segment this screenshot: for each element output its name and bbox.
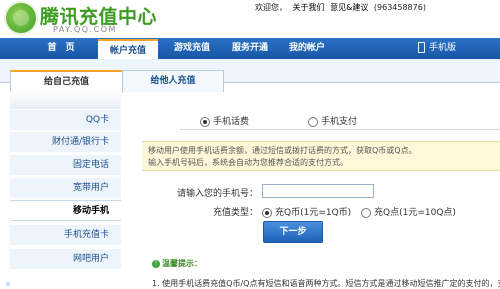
nav-account-recharge[interactable]: 帐户充值	[98, 39, 158, 59]
nav-game-recharge[interactable]: 游戏充值	[162, 38, 222, 59]
type-qdian-label: 充Q点(1元=10Q点)	[374, 208, 456, 218]
brand-domain: PAY.QQ.COM	[53, 25, 117, 34]
option-mobile-bill[interactable]: 手机话费	[200, 114, 249, 127]
sidebar-item-qq-card[interactable]: QQ卡	[10, 109, 121, 130]
phone-icon	[417, 42, 425, 53]
recharge-type-label: 充值类型：	[212, 208, 258, 218]
feedback-link[interactable]: 意见&建议	[330, 3, 368, 12]
sidebar-dot	[6, 282, 10, 286]
sidebar-item-mobile[interactable]: 移动手机	[10, 200, 121, 221]
welcome-text: 欢迎您，	[255, 3, 287, 12]
mobile-version-label: 手机版	[428, 43, 456, 53]
info-icon: !	[152, 259, 160, 268]
type-qbi-label: 充Q币(1元=1Q币)	[275, 208, 352, 218]
phone-input[interactable]	[262, 184, 374, 198]
main-nav: 首 页 帐户充值 游戏充值 服务开通 我的帐户 手机版	[0, 38, 500, 59]
about-link[interactable]: 关于我们	[293, 3, 325, 12]
option-mobile-bill-label: 手机话费	[213, 117, 250, 127]
type-qbi-option[interactable]: 充Q币(1元=1Q币)	[262, 205, 351, 218]
sidebar-item-tenpay-bank[interactable]: 财付通/银行卡	[10, 131, 121, 152]
user-links: 欢迎您， 关于我们 意见&建议 (963458876)	[255, 2, 500, 13]
sidebar-item-mobile-card[interactable]: 手机充值卡	[10, 224, 121, 245]
tips-line-1: 1. 使用手机话费充值Q币/Q点有短信和语音两种方式。短信方式是通过移动短信推广…	[152, 279, 500, 288]
radio-type-qbi[interactable]	[262, 207, 272, 218]
tab-self-recharge[interactable]: 给自己充值	[10, 70, 123, 93]
tips-title: 温馨提示：	[162, 259, 202, 268]
nav-home[interactable]: 首 页	[31, 38, 91, 59]
info-notice: 移动用户使用手机话费余额，通过短信或拨打话费的方式，获取Q币或Q点。 输入手机号…	[142, 141, 500, 171]
nav-service-activation[interactable]: 服务开通	[220, 38, 280, 59]
type-qdian-option[interactable]: 充Q点(1元=10Q点)	[361, 205, 456, 218]
radio-type-qdian[interactable]	[361, 207, 371, 218]
radio-mobile-payment[interactable]	[308, 116, 318, 127]
tab-other-recharge[interactable]: 给他人充值	[122, 70, 224, 92]
notice-line-2: 输入手机号码后，系统会自动为您推荐合适的支付方式。	[148, 158, 348, 167]
account-number: (963458876)	[373, 3, 426, 12]
sidebar-item-landline[interactable]: 固定电话	[10, 154, 121, 175]
sidebar-item-netbar[interactable]: 网吧用户	[10, 248, 121, 269]
mobile-version-link[interactable]: 手机版	[417, 38, 456, 59]
next-step-button[interactable]: 下一步	[263, 221, 323, 243]
radio-mobile-bill[interactable]	[200, 116, 210, 127]
header: 腾讯充值中心 PAY.QQ.COM 欢迎您， 关于我们 意见&建议 (96345…	[0, 0, 500, 38]
nav-my-account[interactable]: 我的帐户	[277, 38, 337, 59]
option-mobile-payment[interactable]: 手机支付	[308, 114, 357, 127]
tips-panel: ! 温馨提示： 1. 使用手机话费充值Q币/Q点有短信和语音两种方式。短信方式是通…	[152, 258, 500, 288]
phone-label: 请输入您的手机号：	[176, 189, 258, 199]
tencent-logo-icon[interactable]	[6, 3, 36, 33]
sidebar-header	[10, 91, 121, 110]
option-mobile-payment-label: 手机支付	[321, 117, 358, 127]
divider	[180, 129, 500, 130]
notice-line-1: 移动用户使用手机话费余额，通过短信或拨打话费的方式，获取Q币或Q点。	[148, 146, 417, 155]
sidebar-item-broadband[interactable]: 宽带用户	[10, 177, 121, 198]
